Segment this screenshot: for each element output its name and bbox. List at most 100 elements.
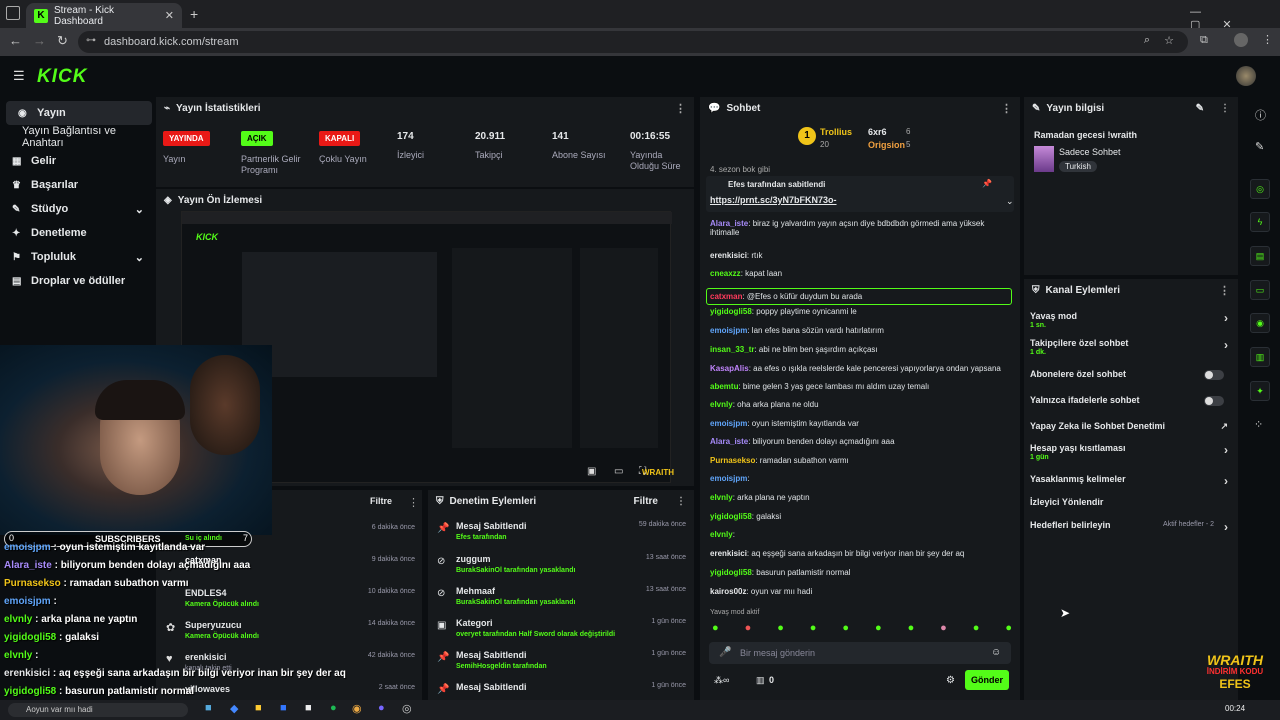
sidebar-item-droplar[interactable]: ▤ Droplar ve ödüller: [0, 269, 150, 293]
subs-only-toggle[interactable]: [1204, 370, 1224, 380]
edit-icon[interactable]: ✎: [1196, 103, 1204, 114]
chat-username[interactable]: Alara_iste: [710, 437, 748, 446]
more-options-icon[interactable]: ⋮: [408, 496, 419, 509]
sidebar-item-yayin[interactable]: ◉ Yayın: [6, 101, 152, 125]
emote-icon[interactable]: ●: [842, 622, 849, 636]
volume-icon[interactable]: ▣: [587, 466, 596, 477]
chat-username[interactable]: erenkisici: [710, 251, 747, 260]
chat-username[interactable]: Alara_iste: [710, 219, 748, 228]
category-name[interactable]: Sadece Sohbet: [1059, 147, 1121, 157]
more-options-icon[interactable]: ⋮: [1001, 102, 1012, 115]
emote-icon[interactable]: ●: [712, 622, 719, 636]
pin-icon[interactable]: 📌: [982, 179, 992, 188]
chat-username[interactable]: emoisjpm: [710, 419, 747, 428]
chat-input-box[interactable]: 🎤 Bir mesaj gönderin ☺: [709, 642, 1011, 664]
chat-username[interactable]: catxman: [710, 292, 742, 301]
info-icon[interactable]: ⓘ: [1255, 107, 1266, 123]
send-button[interactable]: Gönder: [965, 670, 1009, 690]
toolbar-wrench-icon[interactable]: ✦: [1250, 381, 1270, 401]
sidebar-item-studyo[interactable]: ✎ Stüdyo ⌄: [0, 197, 150, 221]
taskbar-app-icon[interactable]: ●: [330, 702, 337, 714]
bookmark-star-icon[interactable]: ☆: [1164, 34, 1174, 47]
taskbar-app-icon[interactable]: ◆: [230, 702, 238, 715]
more-options-icon[interactable]: ⋮: [1219, 284, 1230, 297]
emote-icon[interactable]: ●: [973, 622, 980, 636]
chat-username[interactable]: cneaxzz: [710, 269, 741, 278]
site-info-icon[interactable]: ⊶: [86, 35, 96, 46]
browser-tab[interactable]: K Stream - Kick Dashboard ✕: [26, 3, 182, 28]
toolbar-more-icon[interactable]: ⁘: [1254, 418, 1263, 431]
taskbar-app-icon[interactable]: ■: [280, 702, 287, 714]
action-account-age[interactable]: Hesap yaşı kısıtlaması 1 gün ›: [1030, 443, 1230, 461]
emote-icon[interactable]: ●: [875, 622, 882, 636]
chat-username[interactable]: elvnly: [710, 530, 733, 539]
reload-icon[interactable]: ↻: [57, 33, 68, 49]
action-goals[interactable]: Hedefleri belirleyin Aktif hedefler - 2 ›: [1030, 520, 1230, 534]
sidebar-item-stream-key[interactable]: Yayın Bağlantısı ve Anahtarı: [0, 125, 150, 149]
chat-username[interactable]: abemtu: [710, 382, 738, 391]
taskbar-app-icon[interactable]: ■: [305, 702, 312, 714]
filter-button[interactable]: Filtre: [634, 496, 658, 507]
url-field[interactable]: dashboard.kick.com/stream ⊶ ☆ ⌕: [78, 31, 1188, 53]
emote-bar[interactable]: ● ● ● ● ● ● ● ● ● ●: [712, 622, 1012, 636]
filter-button[interactable]: Filtre: [370, 496, 392, 506]
toolbar-bolt-icon[interactable]: ϟ: [1250, 212, 1270, 232]
points-icon[interactable]: ⁂∞: [714, 675, 729, 686]
chat-username[interactable]: yigidogli58: [710, 512, 752, 521]
sidebar-item-denetleme[interactable]: ✦ Denetleme: [0, 221, 150, 245]
chat-username[interactable]: emoisjpm: [710, 474, 747, 483]
back-icon[interactable]: ←: [9, 33, 22, 48]
kick-logo[interactable]: KICK: [37, 66, 87, 88]
pinned-link[interactable]: https://prnt.sc/3yN7bFKN73o-: [710, 195, 837, 205]
theater-icon[interactable]: ▭: [614, 466, 623, 477]
toolbar-layout-icon[interactable]: ▥: [1250, 347, 1270, 367]
emote-icon[interactable]: ●: [810, 622, 817, 636]
chat-username[interactable]: elvnly: [710, 400, 733, 409]
fullscreen-icon[interactable]: ⛶: [639, 466, 646, 477]
chat-username[interactable]: kairos00z: [710, 587, 746, 596]
action-raid[interactable]: İzleyici Yönlendir: [1030, 497, 1230, 507]
emoji-icon[interactable]: ☺: [991, 647, 1001, 658]
more-options-icon[interactable]: ⋮: [675, 102, 686, 115]
chat-username[interactable]: yigidogli58: [710, 307, 752, 316]
action-slow-mode[interactable]: Yavaş mod 1 sn. ›: [1030, 311, 1230, 329]
edit-icon[interactable]: ✎: [1255, 140, 1264, 153]
gift-icon[interactable]: ▥: [756, 675, 765, 686]
taskbar-app-icon[interactable]: ●: [378, 702, 385, 714]
emote-icon[interactable]: ●: [745, 622, 752, 636]
sidebar-item-gelir[interactable]: ▦ Gelir: [0, 149, 150, 173]
emote-icon[interactable]: ●: [777, 622, 784, 636]
taskbar-clock[interactable]: 00:24: [1225, 704, 1245, 713]
emote-icon[interactable]: ●: [940, 622, 947, 636]
taskbar-app-icon[interactable]: ◎: [402, 702, 412, 715]
emote-icon[interactable]: ●: [908, 622, 915, 636]
toolbar-chat-icon[interactable]: ▭: [1250, 280, 1270, 300]
chat-username[interactable]: Purnasekso: [710, 456, 755, 465]
chevron-down-icon[interactable]: ⌄: [1006, 196, 1014, 207]
extensions-icon[interactable]: ⧉: [1200, 34, 1208, 47]
action-banned-words[interactable]: Yasaklanmış kelimeler ›: [1030, 474, 1230, 488]
new-tab-icon[interactable]: +: [190, 6, 198, 22]
emote-icon[interactable]: ●: [1005, 622, 1012, 636]
sidebar-item-topluluk[interactable]: ⚑ Topluluk ⌄: [0, 245, 150, 269]
profile-avatar[interactable]: [1234, 33, 1248, 47]
mic-icon[interactable]: 🎤: [719, 647, 731, 658]
close-tab-icon[interactable]: ✕: [165, 9, 174, 22]
hamburger-menu-icon[interactable]: ☰: [13, 68, 25, 84]
taskbar-app-icon[interactable]: ■: [205, 702, 212, 714]
tab-search-icon[interactable]: [6, 6, 20, 20]
chat-settings-icon[interactable]: ⚙: [946, 675, 955, 686]
action-ai-moderation[interactable]: Yapay Zeka ile Sohbet Denetimi ↗: [1030, 421, 1230, 431]
chat-input[interactable]: Bir mesaj gönderin: [740, 648, 815, 658]
action-followers-only[interactable]: Takipçilere özel sohbet 1 dk. ›: [1030, 338, 1230, 356]
zoom-icon[interactable]: ⌕: [1144, 34, 1150, 47]
forward-icon[interactable]: →: [33, 33, 46, 48]
chat-username[interactable]: emoisjpm: [710, 326, 747, 335]
emote-only-toggle[interactable]: [1204, 396, 1224, 406]
more-options-icon[interactable]: ⋮: [1220, 103, 1230, 114]
action-subs-only[interactable]: Abonelere özel sohbet: [1030, 369, 1230, 380]
pinned-message[interactable]: Efes tarafından sabitlendi https://prnt.…: [706, 176, 1014, 212]
user-avatar[interactable]: [1236, 66, 1256, 86]
taskbar-search[interactable]: Aoyun var mıı hadi: [8, 703, 188, 717]
toolbar-doc-icon[interactable]: ▤: [1250, 246, 1270, 266]
